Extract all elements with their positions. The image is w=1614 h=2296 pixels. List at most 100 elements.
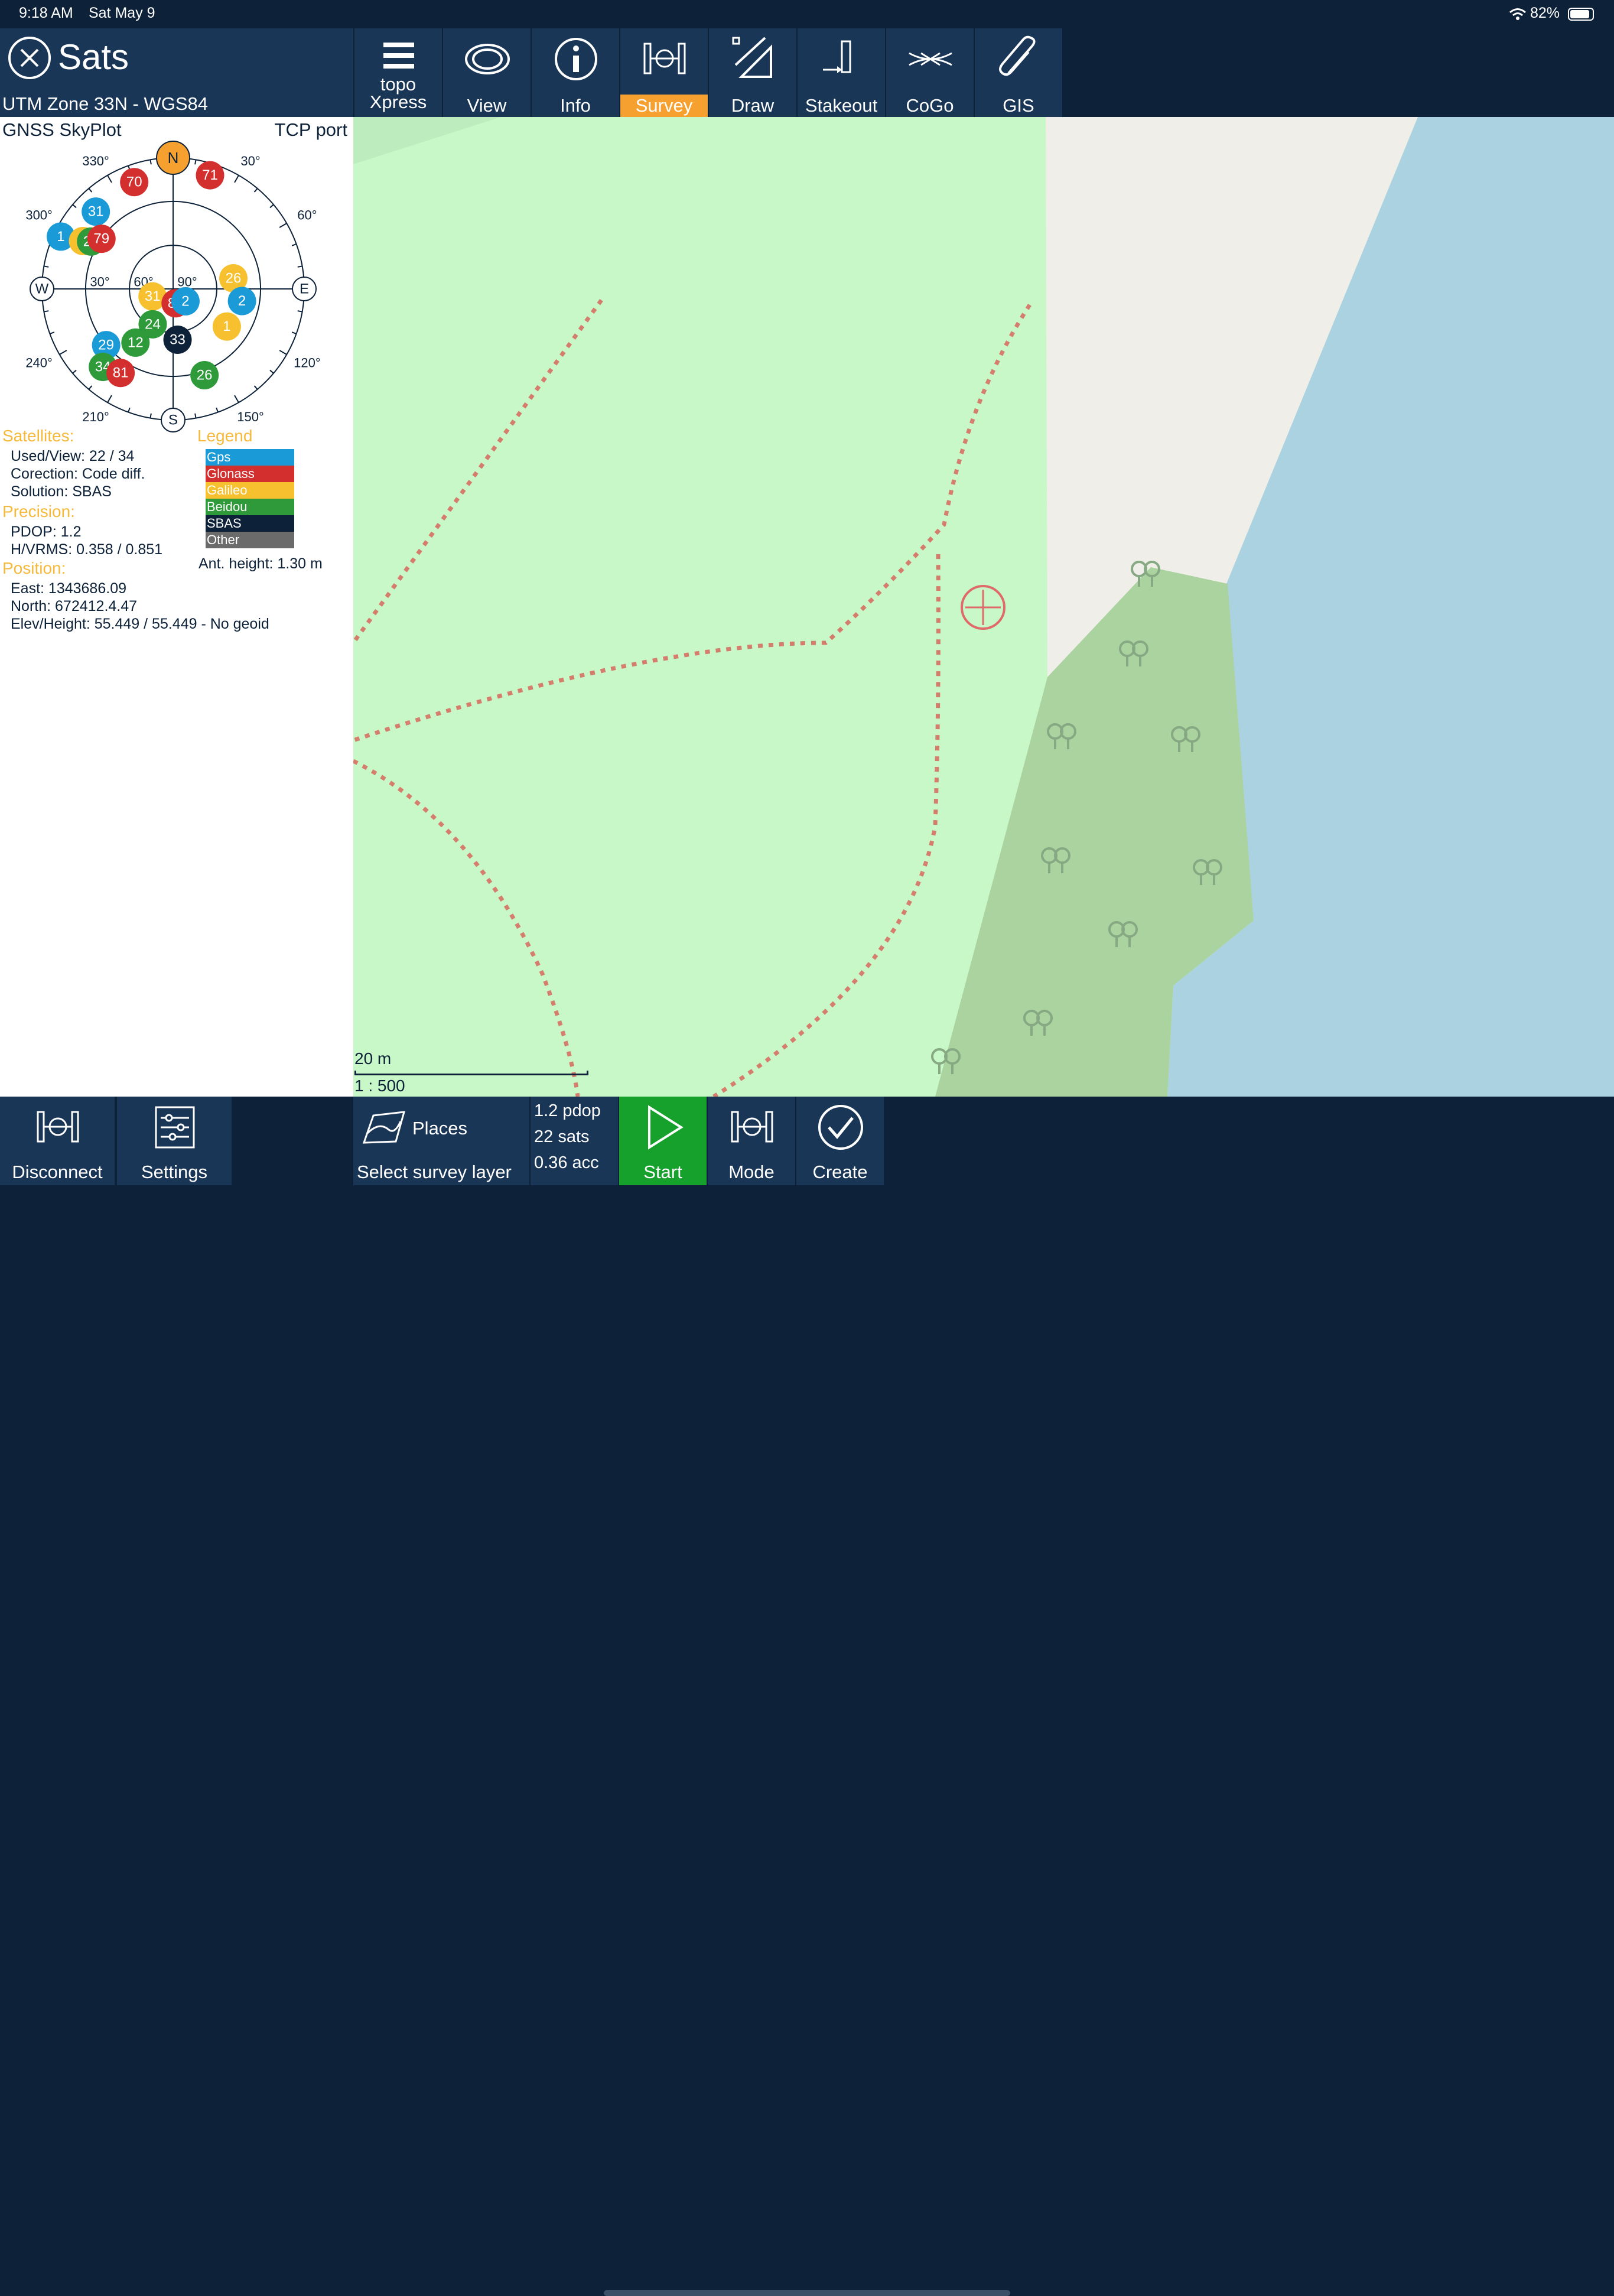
- close-button[interactable]: [8, 37, 51, 79]
- main-toolbar: topo Xpress View Info Survey Draw Stakeo…: [353, 28, 1062, 117]
- start-label: Start: [643, 1162, 682, 1182]
- toolbar-menu-button[interactable]: topo Xpress: [353, 28, 442, 117]
- toolbar-menu-label: topo Xpress: [369, 74, 427, 112]
- toolbar-survey-button[interactable]: Survey: [619, 28, 708, 117]
- elevation-value: Elev/Height: 55.449 / 55.449 - No geoid: [11, 616, 269, 632]
- settings-sliders-icon: [155, 1106, 195, 1149]
- battery-percent: 82%: [1530, 5, 1560, 21]
- disconnect-label: Disconnect: [12, 1162, 103, 1182]
- rms-value: H/VRMS: 0.358 / 0.851: [11, 541, 163, 558]
- legend-sbas: SBAS: [206, 515, 294, 532]
- toolbar-stakeout-button[interactable]: Stakeout: [796, 28, 885, 117]
- stakeout-icon: [823, 40, 851, 73]
- solution-value: Solution: SBAS: [11, 483, 112, 500]
- skyplot-tick: [291, 331, 297, 334]
- satellite-id: 2: [238, 293, 246, 309]
- toolbar-cogo-button[interactable]: CoGo: [885, 28, 974, 117]
- toolbar-view-button[interactable]: View: [442, 28, 531, 117]
- mode-button[interactable]: Mode: [708, 1097, 796, 1185]
- survey-layer-button[interactable]: Places Select survey layer: [353, 1097, 531, 1185]
- skyplot-bearing-label: 300°: [25, 208, 53, 223]
- compass-s-label: S: [168, 412, 178, 428]
- satellite-id: 31: [88, 204, 104, 220]
- skyplot-tick: [279, 223, 287, 228]
- satellites-heading: Satellites:: [2, 427, 74, 445]
- legend-other: Other: [206, 532, 294, 548]
- skyplot-tick: [149, 160, 152, 165]
- used-view-value: Used/View: 22 / 34: [11, 448, 135, 464]
- toolbar-info-button[interactable]: Info: [531, 28, 619, 117]
- toolbar-gis-label: GIS: [1003, 95, 1034, 116]
- satellite-id: 81: [113, 365, 129, 381]
- sats-readout: 22 sats: [534, 1127, 590, 1146]
- home-indicator: [604, 2290, 1010, 2296]
- legend-galileo: Galileo: [206, 482, 294, 499]
- compass-e-label: E: [300, 281, 309, 297]
- map-canvas[interactable]: [353, 117, 1614, 1097]
- skyplot-bearing-label: 240°: [25, 356, 53, 370]
- antenna-height: Ant. height: 1.30 m: [199, 555, 323, 572]
- skyplot-bearing-label: 210°: [82, 409, 109, 424]
- skyplot-bearing-label: 330°: [82, 154, 109, 168]
- cogo-icon: [909, 52, 952, 66]
- skyplot-title: GNSS SkyPlot: [2, 119, 122, 140]
- toolbar-view-label: View: [467, 95, 507, 116]
- satellite-id: 2: [181, 293, 189, 309]
- create-button[interactable]: Create: [796, 1097, 885, 1185]
- satellite-id: 33: [170, 332, 186, 348]
- skyplot-tick: [269, 369, 274, 374]
- gnss-quality: 1.2 pdop 22 sats 0.36 acc: [531, 1097, 619, 1185]
- map-view[interactable]: 20 m 1 : 500: [353, 117, 1614, 1097]
- pdop-value: PDOP: 1.2: [11, 523, 82, 540]
- skyplot-bearing-label: 30°: [240, 154, 260, 168]
- places-label: Places: [412, 1118, 468, 1139]
- satellite-id: 12: [128, 334, 144, 350]
- satellite-id: 24: [145, 316, 161, 332]
- connection-source: TCP port: [274, 119, 347, 140]
- skyplot-tick: [128, 407, 131, 412]
- scale-bar: [354, 1071, 588, 1075]
- compass-w-label: W: [35, 281, 49, 297]
- toolbar-stakeout-label: Stakeout: [805, 95, 878, 116]
- checkmark-icon: [818, 1105, 863, 1150]
- skyplot-tick: [291, 243, 297, 246]
- skyplot-tick: [253, 188, 258, 193]
- skyplot-ring-label: 90°: [177, 275, 197, 290]
- satellite-id: 70: [126, 174, 142, 190]
- toolbar-cogo-label: CoGo: [906, 95, 954, 116]
- legend-heading: Legend: [197, 427, 253, 445]
- satellite-id: 1: [57, 229, 64, 245]
- precision-heading: Precision:: [2, 502, 75, 521]
- settings-label: Settings: [141, 1162, 207, 1182]
- survey-pole-icon: [37, 1111, 79, 1143]
- disconnect-button[interactable]: Disconnect: [0, 1097, 116, 1185]
- start-button[interactable]: Start: [619, 1097, 708, 1185]
- status-bar: 9:18 AM Sat May 9 82%: [0, 0, 1614, 28]
- skyplot-tick: [72, 369, 77, 374]
- survey-pole-icon: [731, 1111, 773, 1143]
- projection-label: UTM Zone 33N - WGS84: [2, 93, 208, 114]
- status-date: Sat May 9: [89, 5, 155, 21]
- create-label: Create: [812, 1162, 868, 1182]
- wifi-icon: [1509, 8, 1526, 20]
- skyplot-tick: [234, 175, 239, 183]
- draw-icon: [732, 37, 772, 78]
- skyplot-tick: [234, 395, 239, 403]
- settings-button[interactable]: Settings: [117, 1097, 233, 1185]
- skyplot-tick: [149, 413, 152, 418]
- satellite-id: 71: [202, 167, 218, 183]
- skyplot-bearing-label: 120°: [294, 356, 321, 370]
- skyplot-tick: [88, 385, 93, 390]
- toolbar-gis-button[interactable]: GIS: [974, 28, 1062, 117]
- play-icon: [648, 1105, 684, 1150]
- skyplot-tick: [59, 350, 67, 355]
- skyplot-bearing-label: 60°: [297, 208, 317, 223]
- paperclip-icon: [999, 35, 1036, 76]
- skyplot-bearing-label: 150°: [237, 409, 264, 424]
- bottom-toolbar: Disconnect Settings Places Select survey…: [0, 1097, 1614, 2296]
- skyplot-tick: [50, 331, 55, 334]
- toolbar-draw-button[interactable]: Draw: [708, 28, 796, 117]
- skyplot-tick: [269, 204, 274, 209]
- satellite-id: 79: [93, 231, 109, 247]
- skyplot-ring-label: 30°: [90, 275, 109, 290]
